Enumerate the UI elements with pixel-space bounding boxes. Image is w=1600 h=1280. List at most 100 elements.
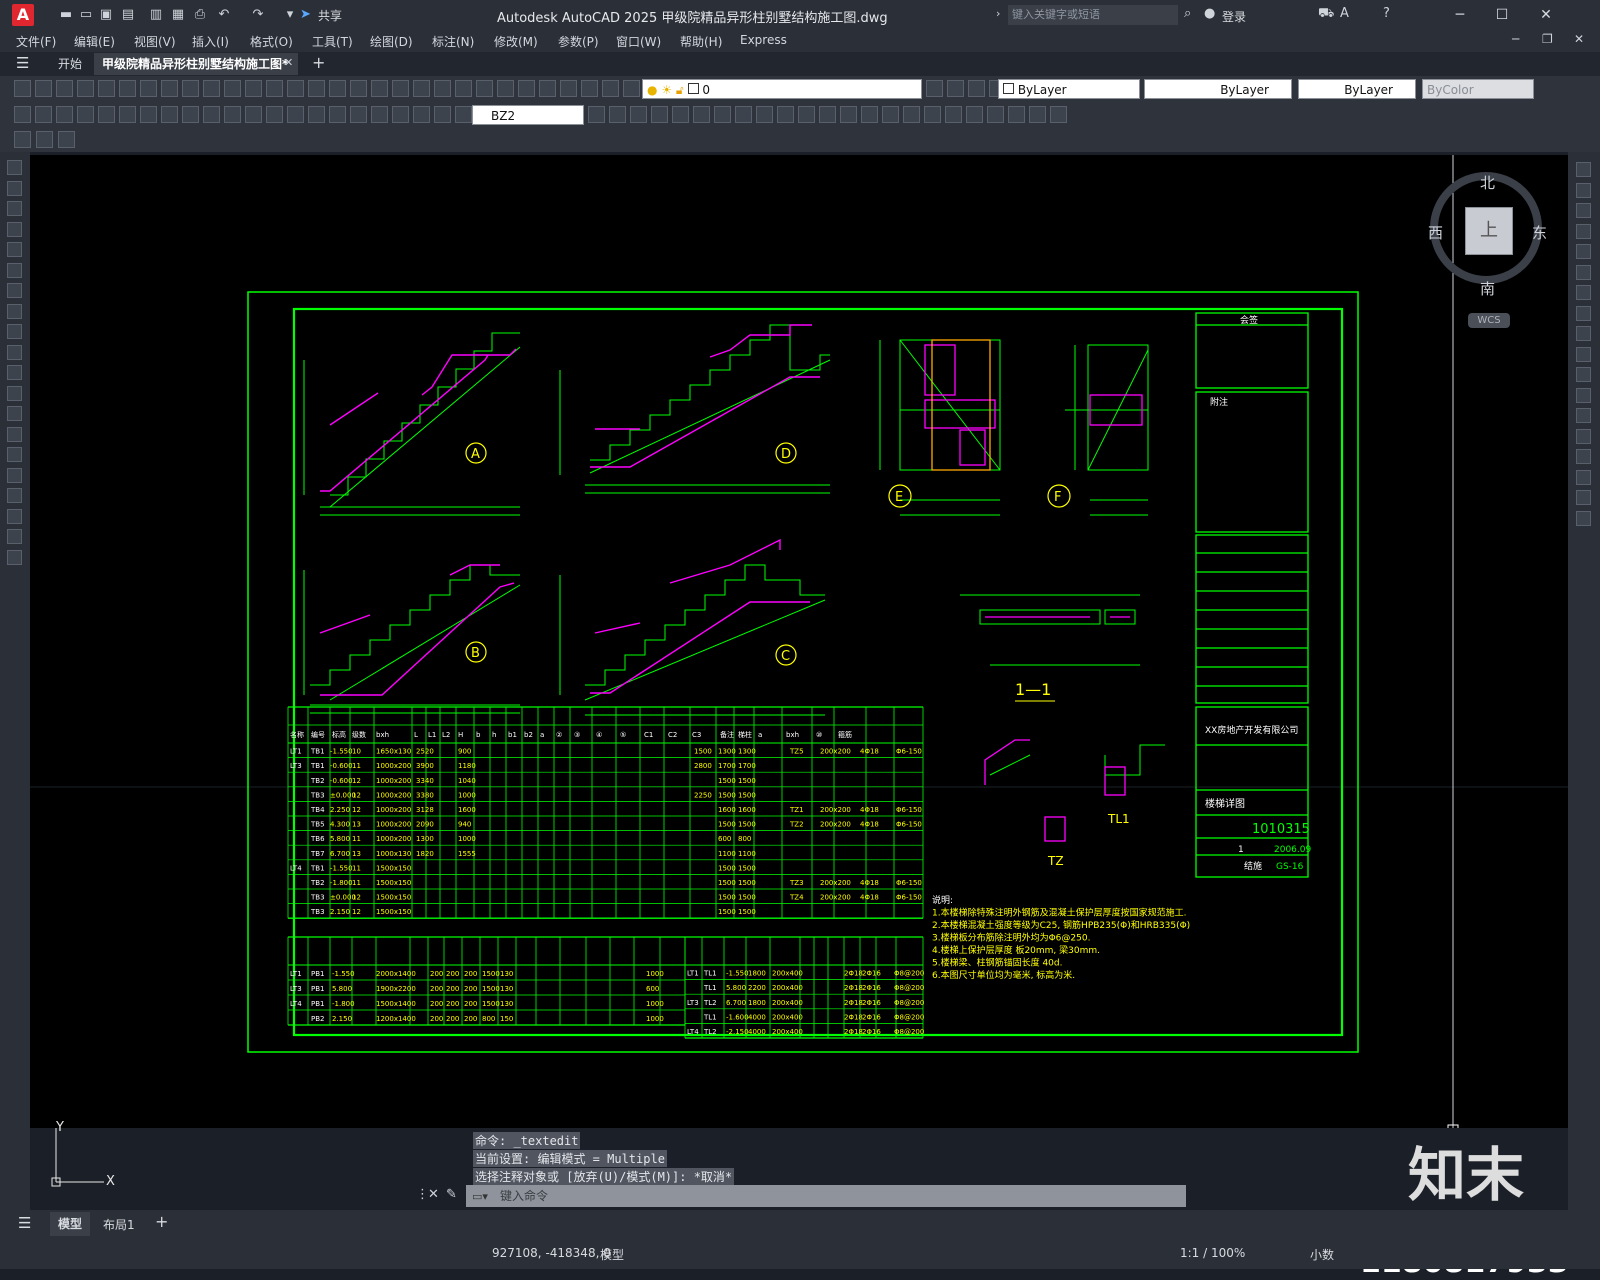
help-icon[interactable]: ? [1383, 6, 1390, 21]
toolbar-2-tool-1-icon[interactable] [36, 131, 53, 148]
toolbar-0-tool-14-icon[interactable] [308, 80, 325, 97]
toolbar-1-tool-19-icon[interactable] [413, 106, 430, 123]
toolbar-0-tool-9-icon[interactable] [203, 80, 220, 97]
toolbar-1-tool-4-icon[interactable] [98, 106, 115, 123]
modify-tool-10-icon[interactable] [1576, 367, 1591, 382]
modify-tool-15-icon[interactable] [1576, 469, 1591, 485]
save-icon[interactable]: ▣ [98, 7, 114, 23]
toolbar-0-tool-5-icon[interactable] [119, 80, 136, 97]
draw-tool-3-icon[interactable] [7, 221, 22, 237]
coordinates[interactable]: 927108, -418348, 0 [492, 1246, 611, 1260]
command-close-icon[interactable]: ✕ [428, 1187, 439, 1202]
toolbar-1-tool-26-icon[interactable] [672, 106, 689, 123]
toolbar-1-tool-42-icon[interactable] [1008, 106, 1025, 123]
modify-tool-2-icon[interactable] [1576, 203, 1591, 218]
toolbar-1-tool-12-icon[interactable] [266, 106, 283, 123]
tab-close-icon[interactable]: ✕ [284, 56, 293, 69]
draw-tool-18-icon[interactable] [7, 529, 22, 544]
toolbar-1-tool-20-icon[interactable] [434, 106, 451, 123]
toolbar-0-tool-18-icon[interactable] [392, 80, 409, 97]
toolbar-1-tool-32-icon[interactable] [798, 106, 815, 123]
toolbar-0-tool-24-icon[interactable] [518, 80, 535, 97]
toolbar-1-tool-25-icon[interactable] [651, 106, 668, 123]
toolbar-1-tool-40-icon[interactable] [966, 106, 983, 123]
menu-item-5[interactable]: 工具(T) [312, 33, 353, 50]
modify-tool-5-icon[interactable] [1576, 264, 1591, 280]
toolbar-1-tool-3-icon[interactable] [77, 106, 94, 123]
viewcube-top-face[interactable]: 上 [1465, 207, 1513, 255]
menu-item-0[interactable]: 文件(F) [16, 33, 56, 50]
toolbar-1-tool-23-icon[interactable] [609, 106, 626, 123]
draw-tool-11-icon[interactable] [7, 385, 22, 401]
save-as-icon[interactable]: ▤ [120, 7, 136, 23]
toolbar-1-tool-28-icon[interactable] [714, 106, 731, 123]
draw-tool-19-icon[interactable] [7, 549, 22, 565]
autodesk-app-icon[interactable]: A [1340, 6, 1349, 21]
toolbar-1-tool-5-icon[interactable] [119, 106, 136, 123]
command-prompt-icon[interactable]: ▭▾ [472, 1190, 488, 1203]
add-layout-icon[interactable]: + [155, 1212, 168, 1231]
draw-tool-5-icon[interactable] [7, 262, 22, 278]
toolbar-0-tool-21-icon[interactable] [455, 80, 472, 97]
dimstyle-dropdown[interactable]: BZ2 [472, 105, 584, 125]
toolbar-0-tool-8-icon[interactable] [182, 80, 199, 97]
toolbar-0-tool-20-icon[interactable] [434, 80, 451, 97]
draw-tool-1-icon[interactable] [7, 180, 22, 196]
draw-tool-14-icon[interactable] [7, 447, 22, 462]
toolbar-1-tool-31-icon[interactable] [777, 106, 794, 123]
toolbar-0-tool-27-icon[interactable] [581, 80, 598, 97]
save-web-icon[interactable]: ▦ [170, 7, 186, 23]
undo-icon[interactable]: ↶ [216, 7, 232, 23]
viewcube-east[interactable]: 东 [1532, 222, 1547, 243]
toolbar-0-tool-12-icon[interactable] [266, 80, 283, 97]
modify-tool-11-icon[interactable] [1576, 387, 1591, 403]
draw-tool-13-icon[interactable] [7, 426, 22, 442]
lineweight-dropdown[interactable]: ByLayer [1298, 79, 1416, 99]
modify-tool-12-icon[interactable] [1576, 408, 1591, 423]
share-icon[interactable]: ➤ [300, 7, 311, 22]
toolbar-1-tool-24-icon[interactable] [630, 106, 647, 123]
tab-model[interactable]: 模型 [50, 1212, 90, 1236]
menu-item-4[interactable]: 格式(O) [250, 33, 293, 50]
draw-tool-8-icon[interactable] [7, 324, 22, 339]
toolbar-0-tool-31-icon[interactable] [947, 80, 964, 97]
share-button[interactable]: 共享 [318, 7, 342, 24]
modify-tool-3-icon[interactable] [1576, 223, 1591, 239]
layout-menu-icon[interactable]: ☰ [18, 1214, 31, 1232]
toolbar-1-tool-35-icon[interactable] [861, 106, 878, 123]
chevron-right-icon[interactable]: › [996, 7, 1000, 20]
modify-tool-17-icon[interactable] [1576, 510, 1591, 526]
toolbar-1-tool-14-icon[interactable] [308, 106, 325, 123]
drawing-canvas[interactable]: A D B C E F 1—1 TL1 TZ 会签 附注 XX房地产开发有限公司… [30, 155, 1568, 1136]
toolbar-0-tool-13-icon[interactable] [287, 80, 304, 97]
menu-item-8[interactable]: 修改(M) [494, 33, 538, 50]
draw-tool-2-icon[interactable] [7, 201, 22, 216]
menu-item-12[interactable]: Express [740, 33, 787, 47]
annotation-scale[interactable]: 1:1 / 100% [1180, 1246, 1245, 1260]
toolbar-1-tool-15-icon[interactable] [329, 106, 346, 123]
draw-tool-6-icon[interactable] [7, 283, 22, 298]
toolbar-1-tool-33-icon[interactable] [819, 106, 836, 123]
toolbar-2-tool-0-icon[interactable] [14, 131, 31, 148]
search-input[interactable]: 键入关键字或短语 [1008, 5, 1178, 25]
toolbar-1-tool-10-icon[interactable] [224, 106, 241, 123]
toolbar-1-tool-9-icon[interactable] [203, 106, 220, 123]
modify-tool-4-icon[interactable] [1576, 244, 1591, 259]
menu-item-10[interactable]: 窗口(W) [616, 33, 661, 50]
toolbar-0-tool-0-icon[interactable] [14, 80, 31, 97]
doc-restore-icon[interactable]: ❐ [1542, 32, 1553, 46]
new-tab-icon[interactable]: + [312, 53, 325, 72]
units-dropdown[interactable]: 小数 [1310, 1246, 1334, 1263]
plotstyle-dropdown[interactable]: ByColor [1422, 79, 1534, 99]
toolbar-1-tool-0-icon[interactable] [14, 106, 31, 123]
toolbar-0-tool-19-icon[interactable] [413, 80, 430, 97]
toolbar-0-tool-16-icon[interactable] [350, 80, 367, 97]
toolbar-1-tool-37-icon[interactable] [903, 106, 920, 123]
draw-tool-10-icon[interactable] [7, 365, 22, 380]
toolbar-1-tool-27-icon[interactable] [693, 106, 710, 123]
toolbar-1-tool-7-icon[interactable] [161, 106, 178, 123]
modify-tool-16-icon[interactable] [1576, 490, 1591, 505]
search-icon[interactable]: ⌕ [1184, 6, 1191, 21]
menu-item-1[interactable]: 编辑(E) [74, 33, 115, 50]
toolbar-0-tool-4-icon[interactable] [98, 80, 115, 97]
